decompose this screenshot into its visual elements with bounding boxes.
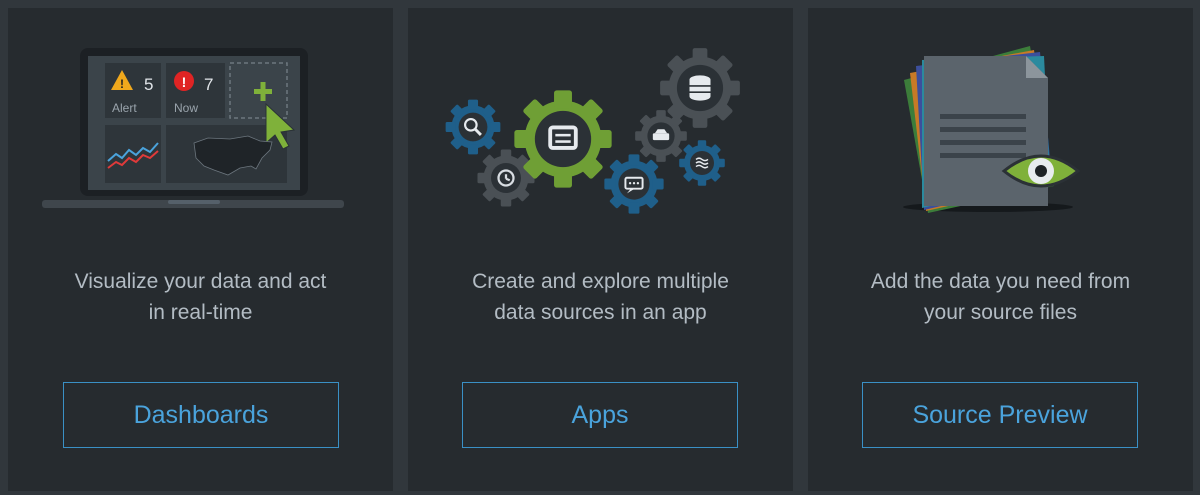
history-gear-icon [477, 149, 535, 207]
database-gear-icon [660, 48, 740, 128]
source-preview-card: Add the data you need from your source f… [808, 8, 1193, 491]
error-icon: ! [174, 71, 194, 91]
apps-button[interactable]: Apps [462, 382, 738, 448]
gears-illustration [445, 48, 740, 214]
svg-text:!: ! [182, 74, 187, 90]
documents-eye-illustration [903, 46, 1081, 213]
data-gear-icon [514, 90, 612, 188]
feature-cards-page: ! 5 Alert ! 7 Now Visualize your data an… [0, 0, 1200, 495]
svg-text:7: 7 [204, 75, 213, 94]
source-preview-button[interactable]: Source Preview [862, 382, 1138, 448]
chat-gear-icon [604, 154, 664, 214]
dashboards-card: ! 5 Alert ! 7 Now Visualize your data an… [8, 8, 393, 491]
apps-card: Create and explore multiple data sources… [408, 8, 793, 491]
svg-text:5: 5 [144, 75, 153, 94]
svg-text:Now: Now [174, 101, 198, 115]
server-gear-icon [635, 110, 687, 162]
svg-text:Alert: Alert [112, 101, 137, 115]
laptop-dashboard-illustration: ! 5 Alert ! 7 Now [42, 48, 344, 208]
stacked-pages-icon [904, 46, 1054, 213]
dashboards-description: Visualize your data and act in real-time [74, 270, 327, 324]
apps-description: Create and explore multiple data sources… [472, 270, 729, 324]
stream-gear-icon [679, 140, 725, 186]
svg-text:!: ! [120, 77, 124, 91]
source-preview-description: Add the data you need from your source f… [870, 270, 1131, 324]
dashboards-button[interactable]: Dashboards [63, 382, 339, 448]
search-gear-icon [445, 99, 501, 155]
